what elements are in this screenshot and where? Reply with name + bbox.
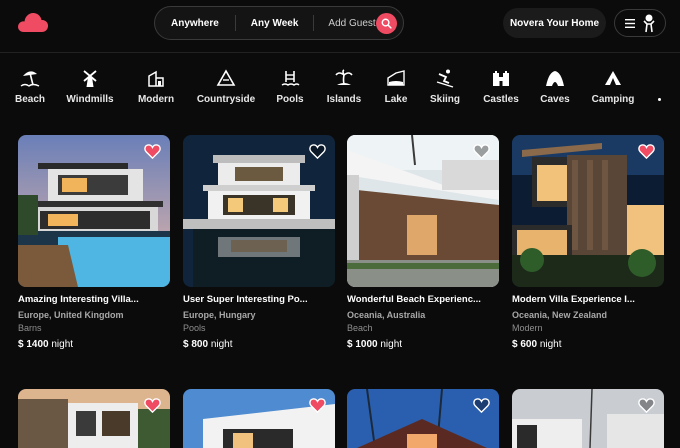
cloud-logo-icon[interactable] xyxy=(17,11,49,33)
header-divider xyxy=(0,52,680,53)
listing-photo[interactable] xyxy=(512,135,664,287)
search-guests-button[interactable]: Add Guest xyxy=(328,18,375,29)
listing-card[interactable] xyxy=(347,389,499,448)
price-value: $ 600 xyxy=(512,339,538,350)
category-modern[interactable]: Modern xyxy=(121,68,191,105)
listing-card[interactable]: Wonderful Beach Experienc... Oceania, Au… xyxy=(347,135,499,350)
listing-location: Europe, United Kingdom xyxy=(18,310,124,320)
category-label: Windmills xyxy=(66,94,114,105)
search-button[interactable] xyxy=(376,13,397,34)
favorite-heart-icon[interactable] xyxy=(144,397,161,413)
island-icon xyxy=(335,69,353,85)
listing-title[interactable]: Wonderful Beach Experienc... xyxy=(347,294,499,305)
search-divider xyxy=(234,15,236,31)
price-unit: night xyxy=(539,339,562,350)
lake-icon xyxy=(387,70,405,86)
listing-location: Oceania, New Zealand xyxy=(512,310,608,320)
search-where-button[interactable]: Anywhere xyxy=(171,18,219,29)
favorite-heart-icon[interactable] xyxy=(638,397,655,413)
castle-icon xyxy=(493,71,509,86)
listing-card[interactable]: Amazing Interesting Villa... Europe, Uni… xyxy=(18,135,170,350)
search-icon xyxy=(381,18,392,29)
listing-photo[interactable] xyxy=(512,389,664,448)
listing-price: $ 1000 night xyxy=(347,339,499,350)
price-unit: night xyxy=(210,339,233,350)
beach-icon xyxy=(20,71,40,87)
listing-price: $ 800 night xyxy=(183,339,335,350)
cave-icon xyxy=(546,71,564,86)
hamburger-menu-icon xyxy=(624,18,635,28)
listing-location: Europe, Hungary xyxy=(183,310,256,320)
listing-type: Pools xyxy=(183,323,206,333)
favorite-heart-icon[interactable] xyxy=(144,143,161,159)
listing-type: Modern xyxy=(512,323,543,333)
listing-photo[interactable] xyxy=(347,389,499,448)
pool-icon xyxy=(281,71,300,86)
search-bar[interactable]: Anywhere Any Week Add Guest xyxy=(154,6,404,40)
listing-price: $ 600 night xyxy=(512,339,664,350)
listing-card[interactable] xyxy=(18,389,170,448)
user-menu-button[interactable] xyxy=(614,9,666,37)
listing-type: Beach xyxy=(347,323,373,333)
camping-icon xyxy=(605,71,621,85)
search-divider xyxy=(313,15,315,31)
listing-title[interactable]: Modern Villa Experience I... xyxy=(512,294,664,305)
price-unit: night xyxy=(51,339,74,350)
host-your-home-button[interactable]: Novera Your Home xyxy=(503,8,606,38)
category-label: Camping xyxy=(591,94,635,105)
favorite-heart-icon[interactable] xyxy=(473,143,490,159)
price-unit: night xyxy=(380,339,403,350)
category-camping[interactable]: Camping xyxy=(578,68,648,105)
search-when-button[interactable]: Any Week xyxy=(251,18,299,29)
listing-photo[interactable] xyxy=(18,135,170,287)
category-countryside[interactable]: Countryside xyxy=(191,68,261,105)
favorite-heart-icon[interactable] xyxy=(638,143,655,159)
listing-card[interactable]: User Super Interesting Po... Europe, Hun… xyxy=(183,135,335,350)
listing-title[interactable]: Amazing Interesting Villa... xyxy=(18,294,170,305)
listing-card[interactable] xyxy=(183,389,335,448)
listing-photo[interactable] xyxy=(183,135,335,287)
listing-price: $ 1400 night xyxy=(18,339,170,350)
avatar-icon xyxy=(642,14,655,33)
listing-title[interactable]: User Super Interesting Po... xyxy=(183,294,335,305)
listing-photo[interactable] xyxy=(347,135,499,287)
countryside-icon xyxy=(216,69,236,86)
skiing-icon xyxy=(436,69,454,88)
price-value: $ 1400 xyxy=(18,339,49,350)
top-bar: Anywhere Any Week Add Guest Novera Your … xyxy=(0,0,680,46)
price-value: $ 800 xyxy=(183,339,209,350)
listing-type: Barns xyxy=(18,323,42,333)
listing-card[interactable]: Modern Villa Experience I... Oceania, Ne… xyxy=(512,135,664,350)
category-windmills[interactable]: Windmills xyxy=(55,68,125,105)
category-bar: Beach Windmills Modern Countryside Pools… xyxy=(0,58,680,122)
listing-location: Oceania, Australia xyxy=(347,310,426,320)
category-label: Modern xyxy=(137,94,175,105)
listing-photo[interactable] xyxy=(183,389,335,448)
category-label: Countryside xyxy=(196,94,256,105)
windmill-icon xyxy=(83,70,97,87)
listing-card[interactable] xyxy=(512,389,664,448)
favorite-heart-icon[interactable] xyxy=(473,397,490,413)
favorite-heart-icon[interactable] xyxy=(309,397,326,413)
favorite-heart-icon[interactable] xyxy=(309,143,326,159)
listing-photo[interactable] xyxy=(18,389,170,448)
modern-house-icon xyxy=(148,70,164,87)
price-value: $ 1000 xyxy=(347,339,378,350)
scroll-indicator xyxy=(658,98,661,101)
